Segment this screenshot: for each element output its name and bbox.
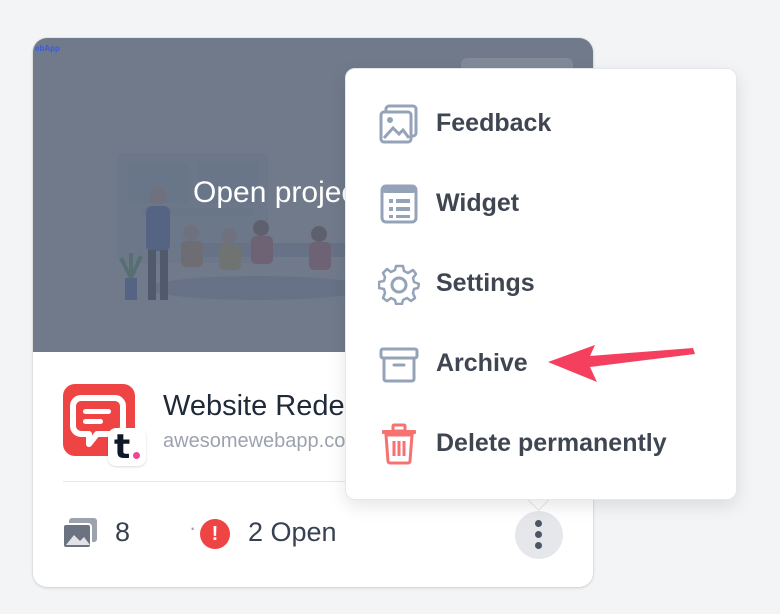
menu-item-label: Archive [436,349,528,377]
menu-item-delete[interactable]: Delete permanently [346,405,736,481]
stats-separator: · [189,515,197,540]
menu-item-widget[interactable]: Widget [346,165,736,241]
dot [535,542,542,549]
dot [535,520,542,527]
menu-item-archive[interactable]: Archive [346,325,736,401]
menu-item-feedback[interactable]: Feedback [346,85,736,161]
dot [535,531,542,538]
menu-item-settings[interactable]: Settings [346,245,736,321]
badge-dot [133,452,140,459]
menu-item-label: Delete permanently [436,429,667,457]
project-stats: 8 · ! 2 Open [63,513,563,553]
gear-icon [378,264,420,305]
project-url: awesomewebapp.com [163,430,362,452]
images-icon [63,518,97,549]
badge-letter: t [114,427,131,467]
open-project-label: Open project [193,176,365,209]
open-issues-count[interactable]: 2 Open [248,517,337,548]
archive-box-icon [379,347,419,383]
trash-icon [382,423,416,465]
image-count: 8 [115,517,131,547]
thumbnail-brand-text: ebApp [35,44,60,53]
menu-item-label: Feedback [436,109,552,137]
feedback-image-icon [379,104,418,144]
menu-item-label: Settings [436,269,535,297]
more-options-button[interactable] [515,511,563,559]
menu-item-label: Widget [436,189,520,217]
widget-icon [380,184,418,224]
app-badge: t [108,427,146,467]
project-options-menu: Feedback Widget Settings Archive Delete … [345,68,737,500]
alert-icon: ! [200,519,230,549]
